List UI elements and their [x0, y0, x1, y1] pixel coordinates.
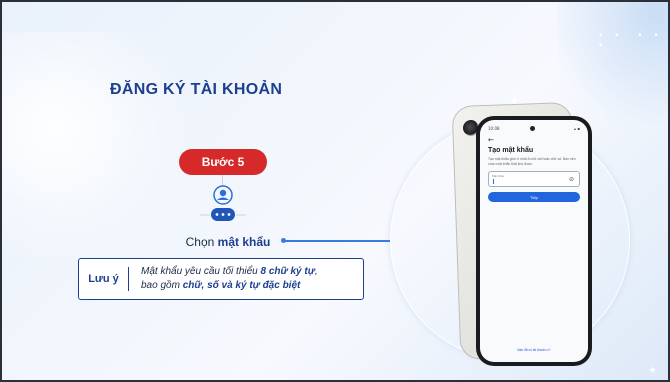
phone-device: 10:08 ▴ ▪ ← Tạo mật khẩu Tạo mật khẩu gồ…	[476, 116, 592, 366]
action-prefix: Chọn	[185, 235, 218, 249]
password-input[interactable]: Mật khẩu ⊘	[488, 171, 580, 187]
step-badge: Bước 5	[179, 149, 267, 175]
slide: • • • • • ✦ ✦ ĐĂNG KÝ TÀI KHOẢN Bước 5 C…	[0, 0, 670, 382]
have-account-link[interactable]: Bạn đã có tài khoản ư?	[480, 348, 588, 352]
pointer-dot	[281, 238, 286, 243]
page-title: ĐĂNG KÝ TÀI KHOẢN	[110, 81, 283, 98]
password-field-label: Mật khẩu	[492, 174, 505, 178]
next-button[interactable]: Tiếp	[488, 192, 580, 202]
screen-description: Tạo mật khẩu gồm ít nhất 8 chữ cái hoặc …	[488, 157, 576, 166]
status-icons: ▴ ▪	[574, 126, 580, 131]
note-label: Lưu ý	[79, 267, 129, 291]
action-instruction: Chọn mật khẩu	[168, 235, 288, 249]
text-caret	[493, 179, 494, 184]
user-password-icon	[198, 185, 248, 225]
front-camera-icon	[530, 126, 535, 131]
arrow-left-icon[interactable]: ←	[488, 136, 494, 144]
phone-screen: 10:08 ▴ ▪ ← Tạo mật khẩu Tạo mật khẩu gồ…	[480, 120, 588, 362]
note-text: Mật khẩu yêu cầu tối thiểu	[141, 266, 261, 277]
screen-title: Tạo mật khẩu	[488, 147, 534, 154]
status-time: 10:08	[488, 126, 500, 131]
note-emphasis: chữ, số và ký tự đặc biệt	[182, 280, 301, 291]
sparkle-icon: ✦	[648, 364, 658, 377]
note-line-1: Mật khẩu yêu cầu tối thiểu 8 chữ ký tự,	[141, 265, 318, 279]
note-emphasis: 8 chữ ký tự	[260, 266, 315, 277]
action-highlight: mật khẩu	[217, 235, 271, 249]
pointer-line	[282, 240, 390, 242]
note-line-2: bao gồm chữ, số và ký tự đặc biệt	[141, 279, 318, 293]
decorative-dots: • • • • •	[598, 31, 663, 51]
eye-off-icon[interactable]: ⊘	[567, 175, 576, 184]
note-text: ,	[314, 266, 318, 277]
note-box: Lưu ý Mật khẩu yêu cầu tối thiểu 8 chữ k…	[78, 258, 364, 300]
background-glow	[2, 32, 192, 272]
note-body: Mật khẩu yêu cầu tối thiểu 8 chữ ký tự, …	[129, 265, 318, 293]
note-text: bao gồm	[141, 280, 183, 291]
